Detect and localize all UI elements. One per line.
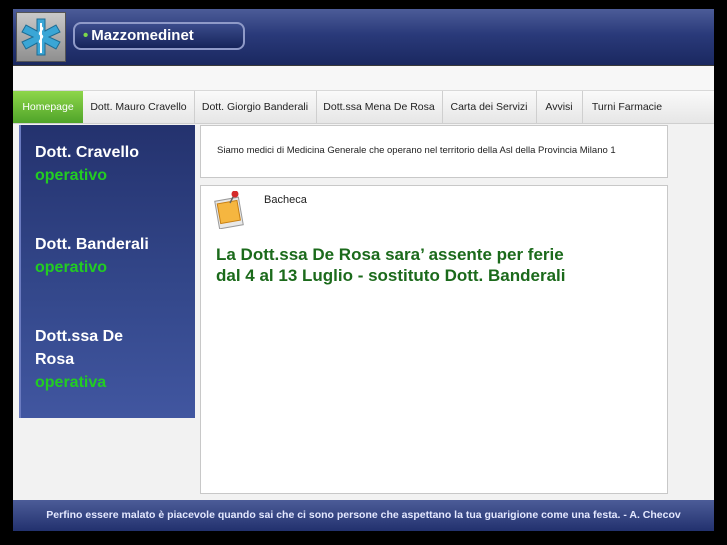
notice-line-2: dal 4 al 13 Luglio - sostituto Dott. Ban… [216, 266, 566, 285]
nav-item-carta-servizi[interactable]: Carta dei Servizi [442, 91, 537, 123]
doctors-sidebar: Dott. Cravello operativo Dott. Banderali… [19, 125, 195, 418]
doctor-status-cravello: operativo [35, 167, 108, 184]
doctor-status-de-rosa: operativa [35, 374, 107, 391]
doctor-status-banderali: operativo [35, 259, 108, 276]
intro-box: Siamo medici di Medicina Generale che op… [200, 125, 668, 178]
nav-item-de-rosa[interactable]: Dott.ssa Mena De Rosa [316, 91, 443, 123]
medical-logo-icon[interactable] [16, 12, 66, 62]
brand-name: Mazzomedinet [91, 27, 194, 44]
nav-item-turni-farmacie[interactable]: Turni Farmacie [582, 91, 672, 123]
bulletin-board-icon [213, 190, 247, 230]
bulletin-board: Bacheca La Dott.ssa De Rosa sara’ assent… [200, 185, 668, 494]
doctor-name-banderali[interactable]: Dott. Banderali [35, 233, 149, 256]
site-header: • Mazzomedinet [13, 9, 714, 65]
page-frame: • Mazzomedinet Homepage Dott. Mauro Crave… [13, 9, 714, 531]
nav-item-banderali[interactable]: Dott. Giorgio Banderali [194, 91, 317, 123]
nav-item-avvisi[interactable]: Avvisi [536, 91, 583, 123]
doctor-name-cravello[interactable]: Dott. Cravello [35, 141, 139, 164]
doctor-name-de-rosa-line2[interactable]: Rosa [35, 348, 74, 371]
nav-item-homepage[interactable]: Homepage [13, 91, 83, 123]
bulletin-board-title: Bacheca [264, 194, 307, 206]
header-strip [13, 65, 714, 91]
main-nav: Homepage Dott. Mauro Cravello Dott. Gior… [13, 91, 714, 124]
site-brand[interactable]: • Mazzomedinet [73, 22, 245, 50]
footer-quote: Perfino essere malato è piacevole quando… [46, 509, 681, 521]
brand-dot: • [83, 27, 89, 44]
notice-line-1: La Dott.ssa De Rosa sara’ assente per fe… [216, 245, 564, 264]
doctor-name-de-rosa-line1[interactable]: Dott.ssa De [35, 325, 123, 348]
intro-text: Siamo medici di Medicina Generale che op… [217, 145, 616, 156]
site-footer: Perfino essere malato è piacevole quando… [13, 500, 714, 531]
nav-item-cravello[interactable]: Dott. Mauro Cravello [83, 91, 195, 123]
notice-text: La Dott.ssa De Rosa sara’ assente per fe… [216, 244, 565, 286]
